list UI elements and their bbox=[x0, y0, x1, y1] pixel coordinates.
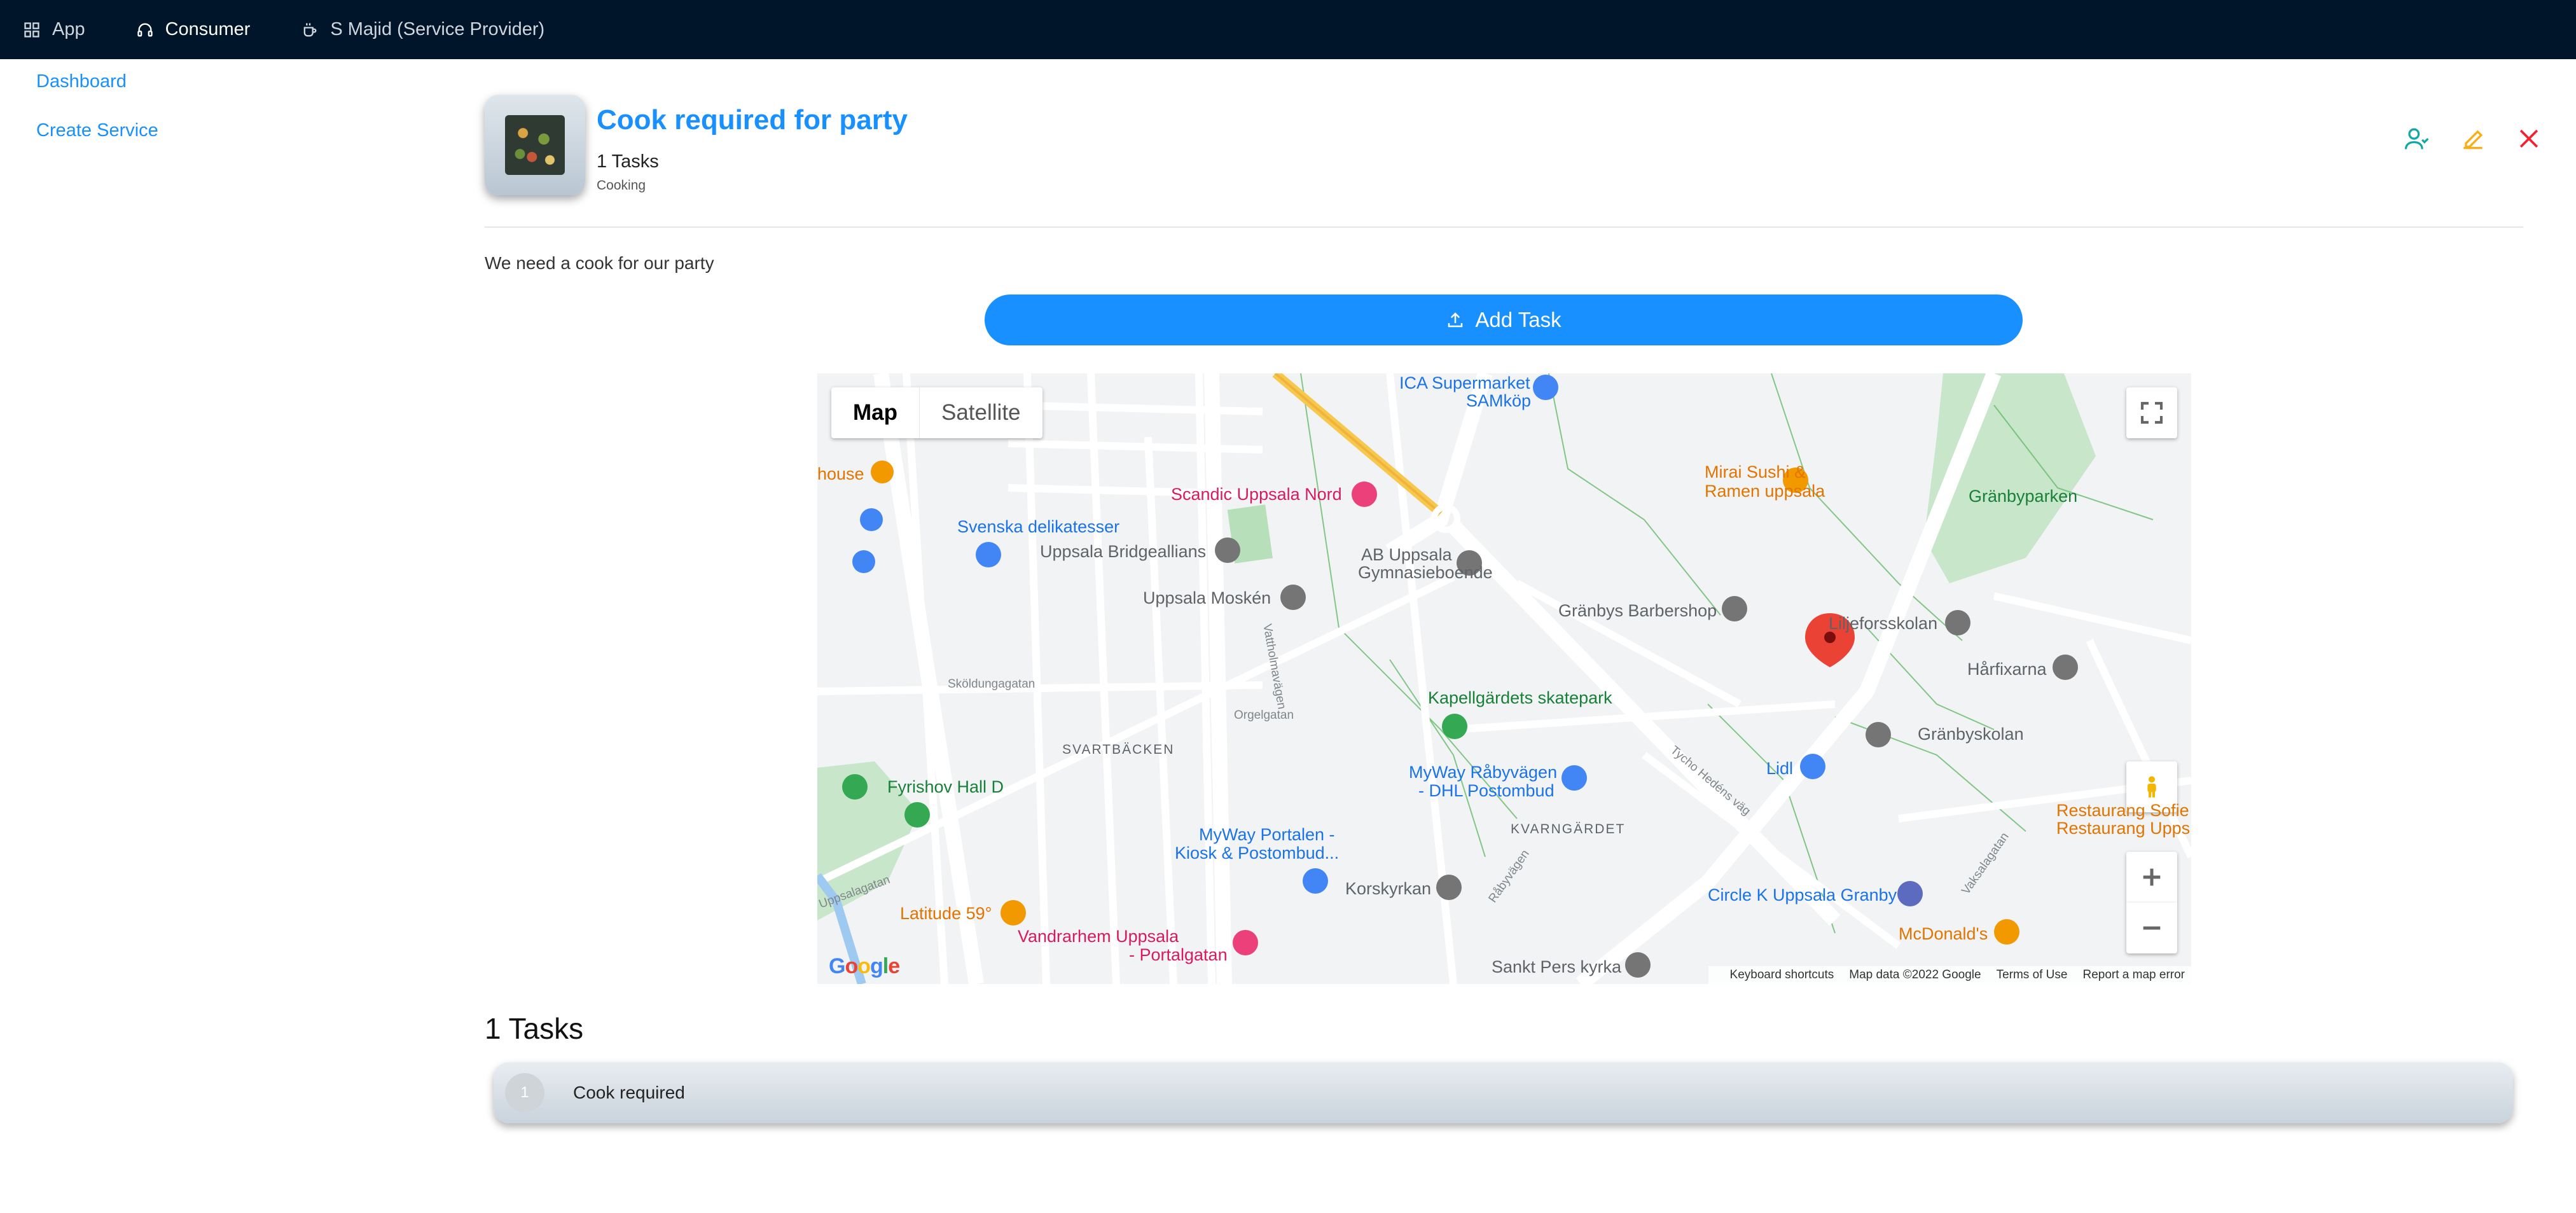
add-task-label: Add Task bbox=[1475, 308, 1562, 331]
map-label: Korskyrkan bbox=[1345, 879, 1432, 898]
map-label: Gränbyskolan bbox=[1918, 724, 2024, 744]
zoom-in-button[interactable] bbox=[2126, 852, 2177, 903]
service-description: We need a cook for our party bbox=[485, 253, 714, 273]
plus-icon bbox=[2143, 868, 2161, 886]
task-name: Cook required bbox=[573, 1083, 685, 1102]
map-data-text: Map data ©2022 Google bbox=[1849, 968, 1981, 981]
tasks-heading: 1 Tasks bbox=[485, 1012, 584, 1045]
add-task-button[interactable]: Add Task bbox=[985, 295, 2023, 345]
sidebar-item-dashboard[interactable]: Dashboard bbox=[36, 71, 127, 92]
map-label: AB Uppsala bbox=[1361, 545, 1452, 564]
google-logo: Google bbox=[829, 954, 900, 978]
map-label: MyWay Råbyvägen bbox=[1409, 763, 1558, 782]
map-label: Restaurang Upps bbox=[2056, 819, 2191, 838]
keyboard-shortcuts-link[interactable]: Keyboard shortcuts bbox=[1730, 968, 1834, 982]
nav-item-app[interactable]: App bbox=[23, 0, 85, 59]
assign-user-button[interactable] bbox=[2399, 121, 2434, 156]
task-number-badge: 1 bbox=[505, 1073, 544, 1112]
sidebar-item-create-service[interactable]: Create Service bbox=[36, 120, 158, 141]
nav-item-app-label: App bbox=[52, 19, 85, 39]
street-label: Sköldungagatan bbox=[948, 677, 1035, 691]
map-footer: Keyboard shortcuts Map data ©2022 Google… bbox=[1708, 966, 2191, 984]
map-label: Restaurang Sofie bbox=[2056, 801, 2189, 820]
task-count: 1 Tasks bbox=[597, 151, 659, 172]
street-label: Orgelgatan bbox=[1234, 709, 1294, 722]
edit-button[interactable] bbox=[2455, 121, 2491, 156]
map-label: Scandic Uppsala Nord bbox=[1171, 485, 1342, 504]
map-type-control: Map Satellite bbox=[831, 387, 1042, 438]
app-grid-icon bbox=[23, 21, 41, 39]
task-row[interactable]: 1 Cook required bbox=[494, 1062, 2513, 1123]
nav-item-service-provider[interactable]: S Majid (Service Provider) bbox=[301, 0, 544, 59]
edit-icon bbox=[2463, 130, 2483, 149]
nav-item-service-provider-label: S Majid (Service Provider) bbox=[330, 19, 545, 39]
terms-of-use-link[interactable]: Terms of Use bbox=[1997, 968, 2068, 982]
map-label: SAMköp bbox=[1466, 391, 1532, 410]
map-label: Lidl bbox=[1766, 759, 1794, 778]
map-label: Gymnasieboende bbox=[1358, 563, 1493, 582]
map-label: SVARTBÄCKEN bbox=[1062, 742, 1175, 757]
service-thumbnail bbox=[485, 95, 585, 195]
page-title: Cook required for party bbox=[597, 104, 908, 135]
header-divider bbox=[485, 226, 2523, 228]
service-category: Cooking bbox=[597, 178, 646, 193]
map-label: ICA Supermarket bbox=[1399, 373, 1530, 392]
map-label: Kapellgärdets skatepark bbox=[1428, 688, 1612, 707]
map-label: Uppsala Bridgeallians bbox=[1040, 542, 1207, 561]
map-label: McDonald's bbox=[1899, 924, 1988, 943]
upload-icon bbox=[1448, 312, 1463, 328]
location-map[interactable]: Map Satellite ICA Supermarket SAMköp Sca… bbox=[817, 373, 2191, 984]
headphones-icon bbox=[136, 21, 154, 39]
map-label: Vandrarhem Uppsala bbox=[1018, 927, 1179, 946]
top-navigation-bar: App Consumer S Majid (Service Provider) bbox=[0, 0, 2576, 59]
map-label: house bbox=[817, 464, 864, 483]
nav-item-consumer-label: Consumer bbox=[165, 19, 251, 39]
map-label: Gränbyparken bbox=[1969, 487, 2078, 506]
map-label: Liljeforsskolan bbox=[1829, 614, 1938, 633]
close-icon bbox=[2519, 129, 2538, 148]
nav-item-consumer[interactable]: Consumer bbox=[136, 0, 251, 59]
map-label: - Portalgatan bbox=[1129, 945, 1228, 964]
coffee-cup-icon bbox=[301, 21, 319, 39]
map-type-map[interactable]: Map bbox=[831, 387, 920, 438]
service-image bbox=[505, 115, 565, 175]
minus-icon bbox=[2143, 926, 2161, 930]
fullscreen-icon bbox=[2140, 401, 2163, 424]
map-label: MyWay Portalen - bbox=[1199, 825, 1335, 844]
map-label: Gränbys Barbershop bbox=[1558, 601, 1717, 620]
map-label: KVARNGÄRDET bbox=[1511, 822, 1626, 836]
map-label: Ramen uppsala bbox=[1705, 482, 1825, 501]
map-label: Latitude 59° bbox=[900, 904, 992, 923]
report-map-error-link[interactable]: Report a map error bbox=[2082, 968, 2185, 982]
close-button[interactable] bbox=[2511, 121, 2547, 156]
map-label: Svenska delikatesser bbox=[957, 517, 1120, 536]
map-label: - DHL Postombud bbox=[1418, 781, 1555, 800]
map-label: Mirai Sushi & bbox=[1705, 462, 1806, 482]
map-label: Hårfixarna bbox=[1967, 660, 2047, 679]
sidebar: Dashboard Create Service bbox=[0, 59, 445, 1213]
map-label: Kiosk & Postombud... bbox=[1175, 843, 1340, 863]
map-type-satellite[interactable]: Satellite bbox=[920, 387, 1042, 438]
fullscreen-button[interactable] bbox=[2126, 387, 2177, 438]
map-label: Fyrishov Hall D bbox=[887, 777, 1004, 796]
map-label: Uppsala Moskén bbox=[1143, 588, 1271, 607]
pegman-icon bbox=[2147, 776, 2156, 798]
zoom-out-button[interactable] bbox=[2126, 903, 2177, 953]
user-assign-icon bbox=[2404, 128, 2429, 149]
map-label: Circle K Uppsala Granby bbox=[1708, 885, 1897, 905]
map-label: Sankt Pers kyrka bbox=[1492, 957, 1622, 976]
